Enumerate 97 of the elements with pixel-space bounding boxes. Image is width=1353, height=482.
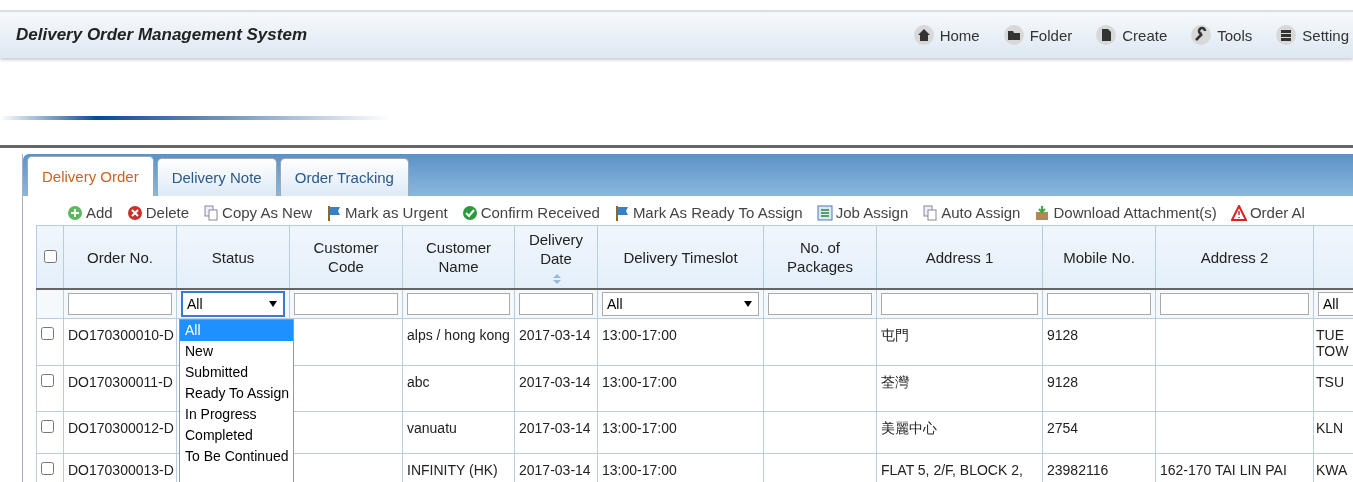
filter-field[interactable] xyxy=(407,293,510,315)
column-header[interactable]: No. of Packages xyxy=(763,225,877,289)
box-icon xyxy=(1034,204,1051,221)
column-header[interactable]: Address 1 xyxy=(876,225,1043,289)
sort-icon[interactable] xyxy=(553,272,561,285)
wrench-icon xyxy=(1191,25,1212,45)
table-cell: 屯門 xyxy=(881,327,909,345)
table-cell: vanuatu xyxy=(407,420,457,436)
row-checkbox[interactable] xyxy=(41,327,54,340)
table-cell: 2017-03-14 xyxy=(519,374,591,390)
table-cell: 2017-03-14 xyxy=(519,462,591,478)
table-cell: 2017-03-14 xyxy=(519,327,591,343)
column-header[interactable]: Customer Name xyxy=(402,225,515,289)
table-cell: 162-170 TAI LIN PAI xyxy=(1160,462,1287,478)
filter-field[interactable] xyxy=(68,293,172,315)
toolbar-button[interactable]: Delete xyxy=(126,204,190,221)
delete-icon xyxy=(126,204,143,221)
table-cell: DO170300011-D xyxy=(68,374,173,390)
dropdown-option[interactable]: Ready To Assign xyxy=(180,383,293,404)
column-header[interactable]: Status xyxy=(176,225,290,289)
toolbar-button[interactable]: Order Al xyxy=(1230,204,1305,221)
tab[interactable]: Delivery Order xyxy=(27,156,154,196)
tab[interactable]: Delivery Note xyxy=(156,158,277,196)
table-cell: 荃灣 xyxy=(881,374,909,392)
caret-icon xyxy=(269,301,277,307)
list-icon xyxy=(816,204,833,221)
table-cell: alps / hong kong xyxy=(407,327,510,343)
toolbar-button[interactable]: Job Assign xyxy=(816,204,909,221)
stack-icon xyxy=(1276,25,1297,45)
dropdown-option[interactable]: New xyxy=(180,341,293,362)
filter-field[interactable] xyxy=(519,293,593,315)
filter-field[interactable] xyxy=(1160,293,1309,315)
select-all-checkbox[interactable] xyxy=(43,249,57,263)
table-cell-text: TSU xyxy=(1316,374,1345,390)
nav-link[interactable]: Home xyxy=(913,25,984,45)
flag-icon xyxy=(613,204,630,221)
column-header[interactable]: Delivery Date xyxy=(514,225,598,289)
nav-link[interactable]: Folder xyxy=(1003,25,1077,45)
row-checkbox[interactable] xyxy=(41,420,54,433)
table-cell: abc xyxy=(407,374,430,390)
tab[interactable]: Order Tracking xyxy=(279,158,409,196)
table-cell: 9128 xyxy=(1047,374,1079,390)
pages-icon xyxy=(922,204,939,221)
table-cell: INFINITY (HK) xyxy=(407,462,498,478)
toolbar-button[interactable]: Mark as Urgent xyxy=(326,204,448,221)
column-header[interactable]: Customer Code xyxy=(289,225,403,289)
row-checkbox[interactable] xyxy=(41,374,54,387)
toolbar-button[interactable]: Download Attachment(s) xyxy=(1034,204,1217,221)
filter-field[interactable] xyxy=(294,293,398,315)
table-cell: 13:00-17:00 xyxy=(602,327,677,343)
document-icon xyxy=(1096,25,1117,45)
table-cell-text: KLN xyxy=(1316,420,1345,436)
table-cell: 13:00-17:00 xyxy=(602,420,677,436)
filter-field[interactable] xyxy=(881,293,1038,315)
warning-icon xyxy=(1230,204,1247,221)
column-header[interactable]: Delivery Timeslot xyxy=(597,225,764,289)
toolbar-button[interactable]: Add xyxy=(67,204,113,221)
table-cell: KWA xyxy=(1316,462,1346,478)
dropdown-option[interactable]: Completed xyxy=(180,425,293,446)
table-cell: 13:00-17:00 xyxy=(602,374,677,390)
check-icon xyxy=(461,204,478,221)
flag-icon xyxy=(326,204,343,221)
home-icon xyxy=(913,25,934,45)
filter-dropdown[interactable]: All xyxy=(181,291,285,317)
app-title: Delivery Order Management System xyxy=(16,25,307,45)
plus-icon xyxy=(67,204,83,221)
column-header[interactable]: Order No. xyxy=(63,225,177,289)
dropdown-option[interactable]: Submitted xyxy=(180,362,293,383)
toolbar-button[interactable]: Confirm Received xyxy=(461,204,600,221)
nav-link[interactable]: Setting xyxy=(1276,25,1353,45)
caret-icon xyxy=(744,301,752,307)
nav-link[interactable]: Create xyxy=(1096,25,1172,45)
table-cell: 2754 xyxy=(1047,420,1079,436)
table-cell: DO170300010-D xyxy=(68,327,174,343)
table-cell: 2017-03-14 xyxy=(519,420,591,436)
toolbar-button[interactable]: Mark As Ready To Assign xyxy=(613,204,803,221)
table-cell: DO170300012-D xyxy=(68,420,174,436)
nav-link[interactable]: Tools xyxy=(1191,25,1257,45)
table-cell: 美麗中心 xyxy=(881,420,937,438)
dropdown-option[interactable]: In Progress xyxy=(180,404,293,425)
table-cell: DO170300013-D xyxy=(68,462,174,478)
folder-icon xyxy=(1003,25,1024,45)
table-cell: 23982116 xyxy=(1047,462,1109,478)
table-cell: 9128 xyxy=(1047,327,1079,343)
toolbar-button[interactable]: Copy As New xyxy=(203,204,313,221)
filter-dropdown[interactable]: All xyxy=(1318,292,1353,316)
dropdown-option[interactable]: To Be Continued xyxy=(180,446,293,467)
pages-icon xyxy=(203,204,220,221)
row-checkbox[interactable] xyxy=(41,462,54,475)
toolbar-button[interactable]: Auto Assign xyxy=(922,204,1021,221)
table-cell: 13:00-17:00 xyxy=(602,462,677,478)
column-header[interactable]: Address 2 xyxy=(1155,225,1314,289)
filter-field[interactable] xyxy=(768,293,872,315)
column-header[interactable]: Mobile No. xyxy=(1042,225,1156,289)
table-cell: FLAT 5, 2/F, BLOCK 2, xyxy=(881,462,1023,478)
filter-field[interactable] xyxy=(1047,293,1151,315)
filter-dropdown[interactable]: All xyxy=(602,292,759,316)
